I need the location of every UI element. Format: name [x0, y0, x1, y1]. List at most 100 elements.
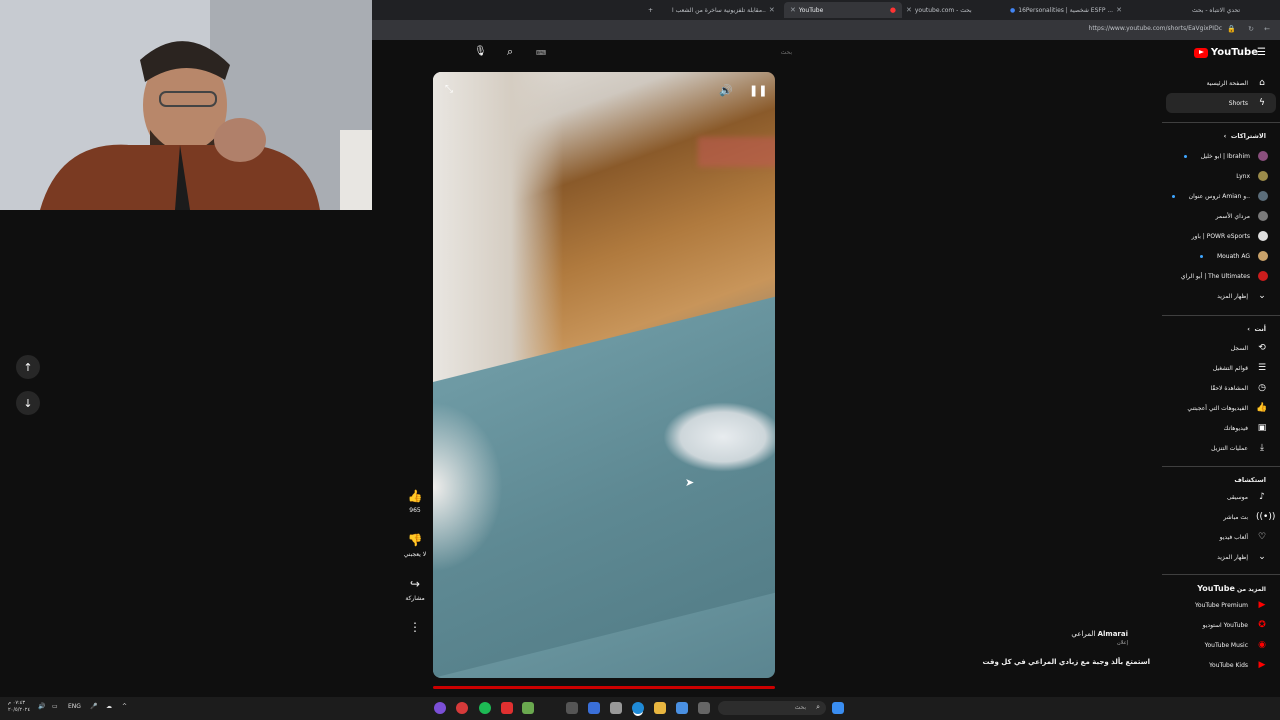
avatar: [1258, 251, 1268, 261]
close-icon[interactable]: ✕: [790, 6, 796, 14]
app-icon[interactable]: [434, 702, 446, 714]
sidebar-sub-6[interactable]: Mouath AG: [1199, 246, 1268, 266]
sidebar-item-premium[interactable]: YouTube Premium ▶: [1195, 595, 1268, 615]
sidebar-sub-7[interactable]: أبو الراي | The Ultimates: [1181, 266, 1268, 286]
channel-info[interactable]: المراعي Almarai إعلان: [1071, 630, 1128, 646]
close-icon[interactable]: ✕: [906, 6, 912, 14]
sidebar-item-music-app[interactable]: YouTube Music ◉: [1205, 635, 1268, 655]
recording-icon: ●: [889, 6, 896, 14]
next-video-button[interactable]: ↓: [16, 391, 40, 415]
channel-name[interactable]: Almarai: [1098, 630, 1128, 638]
sidebar-item-history[interactable]: السجل ⟲: [1231, 338, 1268, 358]
share-button[interactable]: ↪ مشاركة: [401, 577, 429, 602]
monitor-icon[interactable]: ▭: [52, 703, 58, 710]
url-text[interactable]: https://www.youtube.com/shorts/EaVgixPID…: [1089, 25, 1222, 32]
sidebar-item-playlists[interactable]: قوائم التشغيل ☰: [1213, 358, 1268, 378]
app-icon[interactable]: [676, 702, 688, 714]
like-icon: 👍: [1256, 403, 1268, 413]
youtube-premium-icon: ▶: [1258, 600, 1266, 610]
search-icon[interactable]: ⌕: [507, 45, 513, 59]
video-progress-bar[interactable]: [433, 686, 775, 689]
share-label: مشاركة: [405, 595, 425, 602]
sidebar-show-more-subs[interactable]: إظهار المزيد ⌄: [1217, 286, 1268, 306]
sidebar-explore-show-more[interactable]: إظهار المزيد ⌄: [1217, 547, 1268, 567]
app-icon[interactable]: [501, 702, 513, 714]
sidebar-item-liked[interactable]: الفيديوهات التي أعجبتني 👍: [1187, 398, 1268, 418]
language-indicator[interactable]: ENG: [68, 703, 81, 710]
avatar: [1258, 191, 1268, 201]
clock[interactable]: ٠٧:٤٣ م ٢٠/٥/٢٠٢٤: [8, 700, 30, 714]
sidebar-item-live[interactable]: بث مباشر ((•)): [1223, 507, 1275, 527]
settings-icon[interactable]: [566, 702, 578, 714]
subscriptions-header[interactable]: ‹ الاشتراكات: [1224, 132, 1266, 140]
avatar: [1258, 271, 1268, 281]
sidebar-item-home[interactable]: الصفحة الرئيسية ⌂: [1207, 73, 1268, 93]
tab-2[interactable]: ✕ YouTube ●: [784, 2, 902, 18]
sidebar-item-shorts[interactable]: Shorts ϟ: [1166, 93, 1276, 113]
sidebar-item-gaming[interactable]: ألعاب فيديو ♡: [1220, 527, 1268, 547]
youtube-logo[interactable]: YouTube: [1193, 47, 1258, 58]
tab-5[interactable]: تحدي الانتباه - بحث: [1192, 2, 1272, 18]
video-icon: ▣: [1257, 423, 1267, 433]
network-icon[interactable]: ☁: [106, 703, 112, 710]
arrow-down-icon: ↓: [23, 396, 33, 410]
sidebar-sub-2[interactable]: Lynx: [1236, 166, 1268, 186]
close-icon[interactable]: ✕: [769, 6, 775, 14]
app-icon[interactable]: [588, 702, 600, 714]
show-hidden-icons[interactable]: ^: [122, 703, 127, 710]
share-icon: ↪: [409, 577, 421, 591]
sidebar-item-kids[interactable]: YouTube Kids ▶: [1209, 655, 1268, 675]
sidebar-item-downloads[interactable]: عمليات التنزيل ⤓: [1211, 438, 1268, 458]
reload-icon[interactable]: ↻: [1248, 25, 1254, 33]
close-icon[interactable]: ✕: [1116, 6, 1122, 14]
mic-tray-icon[interactable]: 🎤: [90, 703, 97, 710]
tab-3[interactable]: ✕ youtube.com - بحث: [906, 2, 1006, 18]
pause-icon[interactable]: ❚❚: [749, 84, 767, 97]
volume-icon[interactable]: 🔊: [38, 703, 45, 710]
shorts-video-player[interactable]: ⤡ 🔊 ❚❚ ➤: [433, 72, 775, 678]
sidebar-sub-4[interactable]: مرداي الأسمر: [1216, 206, 1268, 226]
tab-1[interactable]: مقابلة تلفزيونية ساخرة من الشعب ا.. ✕: [672, 2, 782, 18]
sidebar-item-your-videos[interactable]: فيديوهاتك ▣: [1224, 418, 1268, 438]
chevron-left-icon: ‹: [1247, 325, 1250, 333]
sidebar-item-music[interactable]: موسيقى ♪: [1227, 487, 1268, 507]
file-explorer-icon[interactable]: [654, 702, 666, 714]
avatar: [1258, 231, 1268, 241]
previous-video-button[interactable]: ↑: [16, 355, 40, 379]
sidebar-item-studio[interactable]: استوديو YouTube ✪: [1203, 615, 1268, 635]
collapse-icon[interactable]: ⤡: [445, 84, 453, 95]
sidebar-sub-1[interactable]: ابو خليل | Ibrahim: [1183, 146, 1268, 166]
store-icon[interactable]: [610, 702, 622, 714]
browser-tab-strip: + مقابلة تلفزيونية ساخرة من الشعب ا.. ✕ …: [372, 0, 1280, 20]
edge-browser-icon[interactable]: [632, 702, 644, 714]
sidebar-item-watch-later[interactable]: المشاهدة لاحقًا ◷: [1210, 378, 1268, 398]
avatar: [1258, 211, 1268, 221]
start-button-icon[interactable]: [832, 702, 844, 714]
search-input[interactable]: بحث: [530, 44, 798, 64]
hamburger-menu-icon[interactable]: ☰: [1257, 47, 1266, 58]
more-options-button[interactable]: ⋮: [401, 620, 429, 638]
shorts-icon: ϟ: [1259, 98, 1265, 108]
back-icon[interactable]: ←: [1264, 25, 1270, 33]
you-header[interactable]: ‹ أنت: [1247, 325, 1266, 333]
dislike-button[interactable]: 👎 لا يعجبني: [401, 533, 429, 558]
tab-4[interactable]: ● 16Personalities | شخصية ESFP ... ✕: [1010, 2, 1150, 18]
new-tab-button[interactable]: +: [648, 2, 653, 18]
sidebar-sub-5[interactable]: باور | POWR eSports: [1192, 226, 1268, 246]
history-icon: ⟲: [1258, 343, 1266, 353]
volume-icon[interactable]: 🔊: [719, 84, 733, 97]
app-icon[interactable]: [522, 702, 534, 714]
windows-taskbar: ٠٧:٤٣ م ٢٠/٥/٢٠٢٤ 🔊 ▭ ENG 🎤 ☁ ^ بحث ⌕: [0, 697, 1280, 720]
app-icon[interactable]: [698, 702, 710, 714]
lock-icon: 🔒: [1227, 25, 1236, 33]
address-bar[interactable]: https://www.youtube.com/shorts/EaVgixPID…: [372, 20, 1280, 40]
search-icon: ⌕: [816, 703, 820, 711]
tab-label: YouTube: [798, 6, 824, 14]
microphone-icon[interactable]: 🎙: [474, 46, 487, 57]
avatar: [1258, 171, 1268, 181]
taskbar-search[interactable]: بحث ⌕: [718, 701, 826, 715]
sidebar-sub-3[interactable]: ثروس عنوان Amian و..: [1171, 186, 1268, 206]
like-button[interactable]: 👍 965: [401, 489, 429, 514]
spotify-icon[interactable]: [479, 702, 491, 714]
app-icon[interactable]: [456, 702, 468, 714]
